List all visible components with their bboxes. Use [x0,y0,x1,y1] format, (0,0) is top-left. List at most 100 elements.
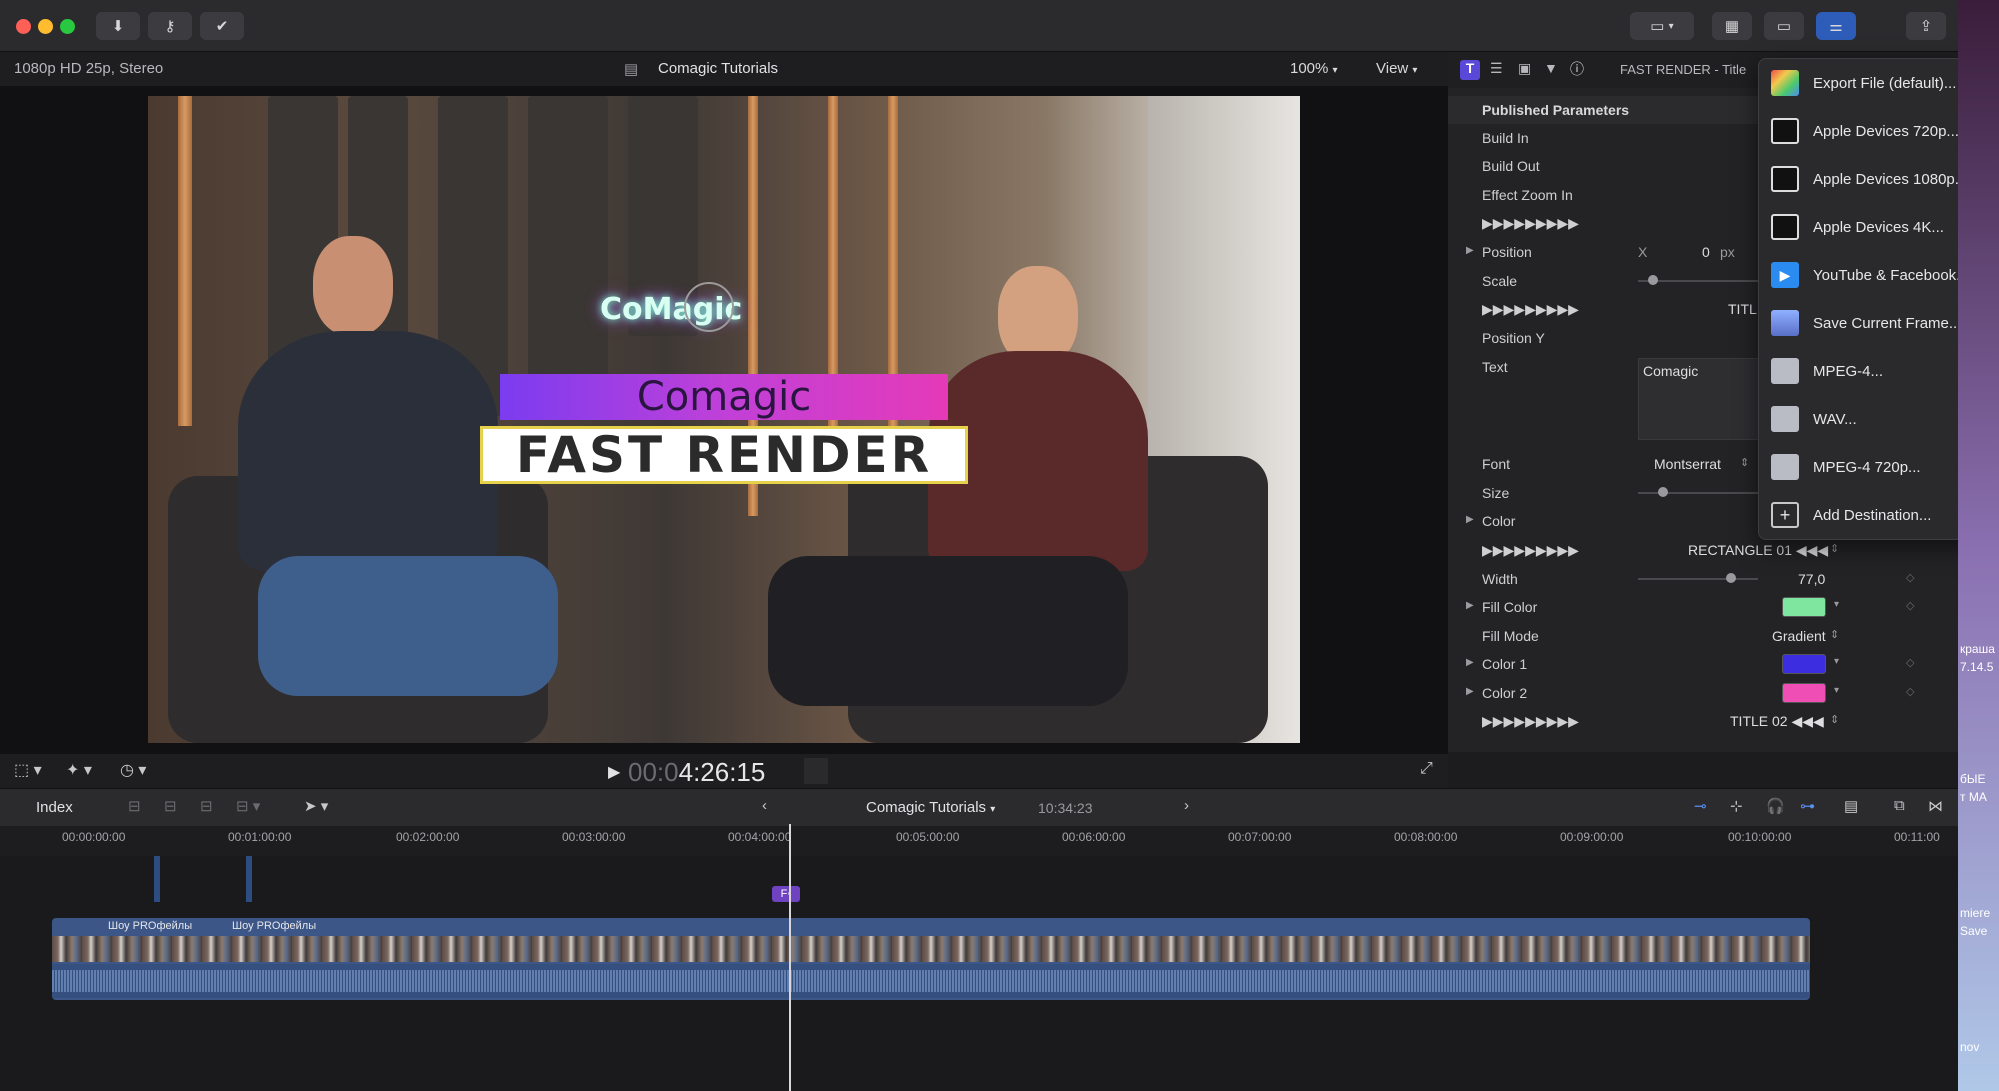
append-clip-icon[interactable]: ⊟ [200,797,213,815]
row-fill-color[interactable]: ▶ Fill Color ▾ ◇ [1448,593,1958,621]
ruler-tick-label: 00:02:00:00 [396,830,460,844]
connected-clip-stub[interactable] [246,856,252,902]
enhance-icon[interactable]: ✦ ▾ [66,760,92,780]
apple-device-icon [1771,166,1799,192]
row-color1[interactable]: ▶ Color 1 ▾ ◇ [1448,650,1958,678]
connected-clip-stub[interactable] [154,856,160,902]
insert-clip-icon[interactable]: ⊟ [164,797,177,815]
scale-slider-thumb[interactable] [1648,275,1658,285]
desktop-text: т МА [1960,790,1987,804]
mpeg-icon [1771,454,1799,480]
select-tool-icon[interactable]: ➤ ▾ [304,797,328,815]
person-left-head [313,236,393,336]
view-menu[interactable]: View ▾ [1376,60,1417,77]
skimming-icon[interactable]: ⊸ [1694,797,1707,815]
color2-swatch[interactable] [1782,683,1826,703]
disclosure-triangle-icon[interactable]: ▶ [1466,600,1474,611]
fullscreen-icon[interactable]: ⤢ [1420,760,1433,778]
zoom-window-button[interactable] [60,19,75,34]
row-color2[interactable]: ▶ Color 2 ▾ ◇ [1448,679,1958,707]
disclosure-triangle-icon[interactable]: ▶ [1466,514,1474,525]
font-popup[interactable]: Montserrat [1654,456,1721,472]
play-button[interactable]: ▶ [608,762,620,782]
chevron-down-icon[interactable]: ▾ [1834,656,1839,667]
previous-project-icon[interactable]: ‹ [762,797,767,814]
desktop-background: краша 7.14.5 бЫЕ т МА mіеге Save nov [1958,0,1999,1091]
import-button[interactable]: ⬇ [96,12,140,40]
video-inspector-icon[interactable]: ▣ [1518,60,1531,77]
close-window-button[interactable] [16,19,31,34]
width-slider[interactable] [1638,578,1758,580]
disclosure-triangle-icon[interactable]: ▶ [1466,686,1474,697]
apple-device-icon [1771,214,1799,240]
chevron-down-icon[interactable]: ▾ [1834,685,1839,696]
filter-icon[interactable]: ▼ [1544,60,1558,76]
timeline-toggle-button[interactable]: ▭ [1764,12,1804,40]
timecode-dim: 00:0 [628,757,679,787]
keywords-button[interactable]: ⚷ [148,12,192,40]
fill-color-swatch[interactable] [1782,597,1826,617]
row-width[interactable]: Width 77,0 ◇ [1448,565,1958,593]
audio-skimming-icon[interactable]: ⊹ [1730,797,1743,815]
width-value[interactable]: 77,0 [1798,571,1825,587]
keyframe-icon[interactable]: ◇ [1906,571,1914,584]
timecode-display[interactable]: 00:04:26:15 [628,757,765,788]
headphones-icon[interactable]: 🎧 [1766,797,1785,815]
stepper-icon[interactable]: ⇕ [1830,713,1839,726]
title-top-text[interactable]: Comagic [500,374,948,420]
timeline-project-popup[interactable]: Comagic Tutorials ▾ [866,799,995,816]
browser-toggle-button[interactable]: ▦ [1712,12,1752,40]
row-fill-mode[interactable]: Fill Mode Gradient ⇕ [1448,622,1958,650]
timeline-ruler[interactable]: 00:00:00:00 00:01:00:00 00:02:00:00 00:0… [0,826,1958,856]
color1-swatch[interactable] [1782,654,1826,674]
keyframe-icon[interactable]: ◇ [1906,685,1914,698]
video-frame[interactable]: CoMagic Comagic FAST RENDER [148,96,1300,743]
overwrite-clip-icon[interactable]: ⊟ ▾ [236,797,260,815]
snapping-icon[interactable]: ⊶ [1800,797,1815,815]
text-field[interactable]: Comagic [1638,358,1768,440]
zoom-popup[interactable]: 100% ▾ [1290,60,1338,77]
background-tasks-button[interactable]: ✔ [200,12,244,40]
text-inspector-tab-icon[interactable]: T [1460,60,1480,80]
disclosure-triangle-icon[interactable]: ▶ [1466,657,1474,668]
retime-icon[interactable]: ◷ ▾ [120,760,146,780]
desktop-text: 7.14.5 [1960,660,1994,674]
keyframe-icon[interactable]: ◇ [1906,656,1914,669]
index-button[interactable]: Index [36,799,73,816]
desktop-text: краша [1960,642,1995,656]
share-button[interactable]: ⇪ [1906,12,1946,40]
transform-icon[interactable]: ⬚ ▾ [14,760,42,780]
width-slider-thumb[interactable] [1726,573,1736,583]
title-bottom-text[interactable]: FAST RENDER [480,426,968,484]
chevron-down-icon[interactable]: ▾ [1834,599,1839,610]
lines-icon[interactable]: ☰ [1490,60,1503,77]
timeline[interactable]: F◦ Шоу PROфейлы Шоу PROфейлы [0,824,1958,1091]
clip-audio-waveform [52,964,1810,998]
size-slider[interactable] [1638,492,1758,494]
primary-clip[interactable]: Шоу PROфейлы Шоу PROфейлы [52,918,1810,1000]
effects-browser-icon[interactable]: ⧉ [1894,797,1905,814]
fill-mode-popup[interactable]: Gradient [1772,628,1826,644]
clip-appearance-icon[interactable]: ▤ [1844,797,1858,815]
viewer[interactable]: CoMagic Comagic FAST RENDER [0,86,1448,754]
info-icon[interactable]: ⓘ [1570,59,1584,79]
onscreen-control-icon[interactable] [684,282,734,332]
workspace-icon: ▭ [1650,18,1665,35]
youtube-icon: ▶ [1771,262,1799,288]
stepper-icon[interactable]: ⇕ [1830,542,1839,555]
size-slider-thumb[interactable] [1658,487,1668,497]
transitions-browser-icon[interactable]: ⋈ [1928,797,1943,815]
viewer-header: 1080p HD 25p, Stereo ▤ Comagic Tutorials… [0,52,1448,86]
connect-clip-icon[interactable]: ⊟ [128,797,141,815]
inspector-toggle-button[interactable]: ⚌ [1816,12,1856,40]
minimize-window-button[interactable] [38,19,53,34]
position-value[interactable]: 0 [1702,244,1710,260]
playhead[interactable] [789,824,791,1091]
next-project-icon[interactable]: › [1184,797,1189,814]
keyframe-icon[interactable]: ◇ [1906,599,1914,612]
separator-title: TITLE 02 ◀◀◀ [1730,713,1824,729]
workspace-button[interactable]: ▭ ▾ [1630,12,1694,40]
grid-icon: ▦ [1724,18,1740,35]
disclosure-triangle-icon[interactable]: ▶ [1466,245,1474,256]
title-clip-marker[interactable]: F◦ [772,886,800,902]
